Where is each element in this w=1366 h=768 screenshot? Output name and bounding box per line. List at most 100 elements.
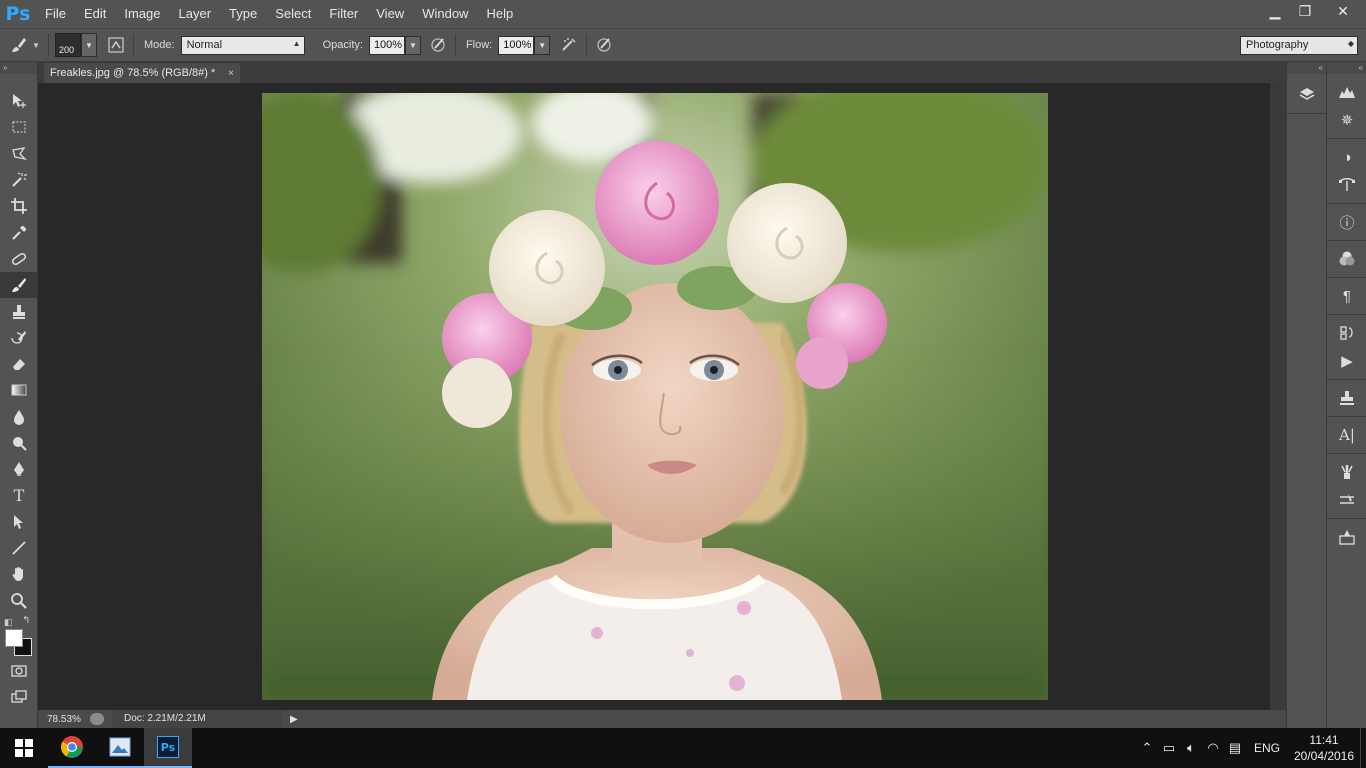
photoshop-taskbar-button[interactable]: Ps <box>144 728 192 768</box>
color-swatches: ◧ ↰ <box>0 614 37 658</box>
marquee-tool-icon[interactable] <box>0 114 38 140</box>
history-panel-icon[interactable] <box>1327 319 1366 347</box>
show-hidden-icons-icon[interactable]: ⌃ <box>1136 740 1158 756</box>
menu-edit[interactable]: Edit <box>75 0 115 28</box>
workspace-select[interactable]: Photography ◆ <box>1240 35 1358 55</box>
menu-filter[interactable]: Filter <box>320 0 367 28</box>
screen-mode-icon[interactable] <box>0 684 38 710</box>
status-info-icon[interactable] <box>90 713 104 725</box>
line-tool-icon[interactable] <box>0 535 38 561</box>
input-language[interactable]: ENG <box>1254 741 1280 755</box>
show-desktop-button[interactable] <box>1360 728 1366 768</box>
foreground-color-swatch[interactable] <box>5 628 23 647</box>
menu-type[interactable]: Type <box>220 0 266 28</box>
opacity-label: Opacity: <box>322 39 363 51</box>
dock-expand-icon[interactable]: « <box>1287 62 1326 74</box>
layers-panel-icon[interactable] <box>1287 74 1327 114</box>
minimize-button[interactable]: ▁ <box>1260 0 1290 22</box>
select-arrows-icon: ▲ <box>292 38 301 48</box>
menu-select[interactable]: Select <box>266 0 320 28</box>
pen-tool-icon[interactable] <box>0 456 38 482</box>
history-brush-tool-icon[interactable] <box>0 325 38 351</box>
hand-tool-icon[interactable] <box>0 561 38 587</box>
wifi-icon[interactable]: ◠ <box>1202 740 1224 756</box>
opacity-input[interactable]: 100% <box>368 35 405 55</box>
tool-preset-dropdown-icon[interactable]: ▼ <box>30 34 42 56</box>
document-tab[interactable]: Freakles.jpg @ 78.5% (RGB/8#) * × <box>43 62 241 83</box>
select-arrows-icon: ◆ <box>1347 38 1354 48</box>
battery-icon[interactable]: ▭ <box>1158 740 1180 756</box>
status-menu-arrow-icon[interactable]: ▶ <box>290 714 298 725</box>
adjustments-panel-icon[interactable]: ◑ <box>1327 143 1366 171</box>
tool-preset-brush-icon[interactable] <box>8 34 30 56</box>
brush-preset-picker[interactable]: 200 <box>55 33 81 57</box>
clone-source-panel-icon[interactable] <box>1327 384 1366 412</box>
start-button[interactable] <box>0 728 48 768</box>
character-panel-icon[interactable]: A| <box>1327 421 1366 449</box>
close-button[interactable]: ✕ <box>1320 0 1366 22</box>
taskbar-clock[interactable]: 11:41 20/04/2016 <box>1288 732 1360 764</box>
dock-expand-icon[interactable]: « <box>1327 62 1366 74</box>
actions-panel-icon[interactable]: ▶ <box>1327 347 1366 375</box>
channels-panel-icon[interactable] <box>1327 245 1366 273</box>
swap-colors-icon[interactable]: ↰ <box>22 615 30 626</box>
brush-tool-icon[interactable] <box>0 272 38 299</box>
menu-help[interactable]: Help <box>477 0 522 28</box>
photos-taskbar-button[interactable] <box>96 728 144 768</box>
chrome-taskbar-button[interactable] <box>48 728 96 768</box>
crop-tool-icon[interactable] <box>0 193 38 219</box>
brush-preset-dropdown-icon[interactable]: ▼ <box>81 33 97 57</box>
clock-time: 11:41 <box>1309 733 1339 747</box>
blur-tool-icon[interactable] <box>0 404 38 430</box>
menu-file[interactable]: File <box>36 0 75 28</box>
mode-select[interactable]: Normal ▲ <box>180 35 305 55</box>
move-tool-icon[interactable] <box>0 88 38 114</box>
info-panel-icon[interactable]: ⓘ <box>1327 208 1366 236</box>
menu-bar: Ps File Edit Image Layer Type Select Fil… <box>0 0 1366 28</box>
brush-presets-panel-icon[interactable] <box>1327 458 1366 486</box>
healing-brush-tool-icon[interactable] <box>0 246 38 272</box>
eraser-tool-icon[interactable] <box>0 351 38 377</box>
dodge-tool-icon[interactable] <box>0 430 38 456</box>
volume-icon[interactable]: 🔈︎ <box>1180 740 1202 756</box>
photoshop-taskbar-icon: Ps <box>157 736 179 758</box>
default-colors-icon[interactable]: ◧ <box>4 617 13 628</box>
path-selection-tool-icon[interactable] <box>0 509 38 535</box>
brush-panel-icon[interactable] <box>1327 486 1366 514</box>
opacity-dropdown-icon[interactable]: ▼ <box>404 35 421 55</box>
notifications-icon[interactable]: ▤ <box>1224 740 1246 756</box>
pressure-opacity-icon[interactable] <box>427 34 449 56</box>
paths-panel-icon[interactable] <box>1327 171 1366 199</box>
restore-button[interactable]: ❐ <box>1290 0 1320 22</box>
close-document-icon[interactable]: × <box>228 68 234 79</box>
magic-wand-tool-icon[interactable] <box>0 167 38 193</box>
lasso-tool-icon[interactable] <box>0 141 38 167</box>
navigator-panel-icon[interactable]: ✵ <box>1327 106 1366 134</box>
vertical-scrollbar[interactable] <box>1270 83 1286 710</box>
clone-stamp-tool-icon[interactable] <box>0 298 38 324</box>
menu-layer[interactable]: Layer <box>170 0 221 28</box>
panel-collapse-icon[interactable]: » <box>0 62 37 74</box>
chrome-icon <box>61 736 83 758</box>
paragraph-panel-icon[interactable]: ¶ <box>1327 282 1366 310</box>
airbrush-icon[interactable] <box>558 34 580 56</box>
flow-dropdown-icon[interactable]: ▼ <box>534 35 551 55</box>
quick-mask-icon[interactable] <box>0 658 38 684</box>
menu-view[interactable]: View <box>367 0 413 28</box>
system-tray: ⌃ ▭ 🔈︎ ◠ ▤ ENG 11:41 20/04/2016 <box>1136 728 1366 768</box>
pressure-size-icon[interactable] <box>593 34 615 56</box>
flow-input[interactable]: 100% <box>498 35 535 55</box>
type-tool-icon[interactable]: T <box>0 482 38 508</box>
gradient-tool-icon[interactable] <box>0 377 38 403</box>
histogram-panel-icon[interactable] <box>1327 78 1366 106</box>
windows-logo-icon <box>15 739 33 757</box>
panel-dock-right: « ✵ ◑ ⓘ ¶ ▶ A| <box>1326 62 1366 728</box>
tool-presets-panel-icon[interactable] <box>1327 523 1366 551</box>
brush-panel-toggle-icon[interactable] <box>105 34 127 56</box>
menu-image[interactable]: Image <box>115 0 169 28</box>
menu-window[interactable]: Window <box>413 0 477 28</box>
zoom-tool-icon[interactable] <box>0 588 38 614</box>
document-image[interactable] <box>262 93 1048 700</box>
zoom-level[interactable]: 78.53% <box>38 714 90 725</box>
eyedropper-tool-icon[interactable] <box>0 219 38 245</box>
